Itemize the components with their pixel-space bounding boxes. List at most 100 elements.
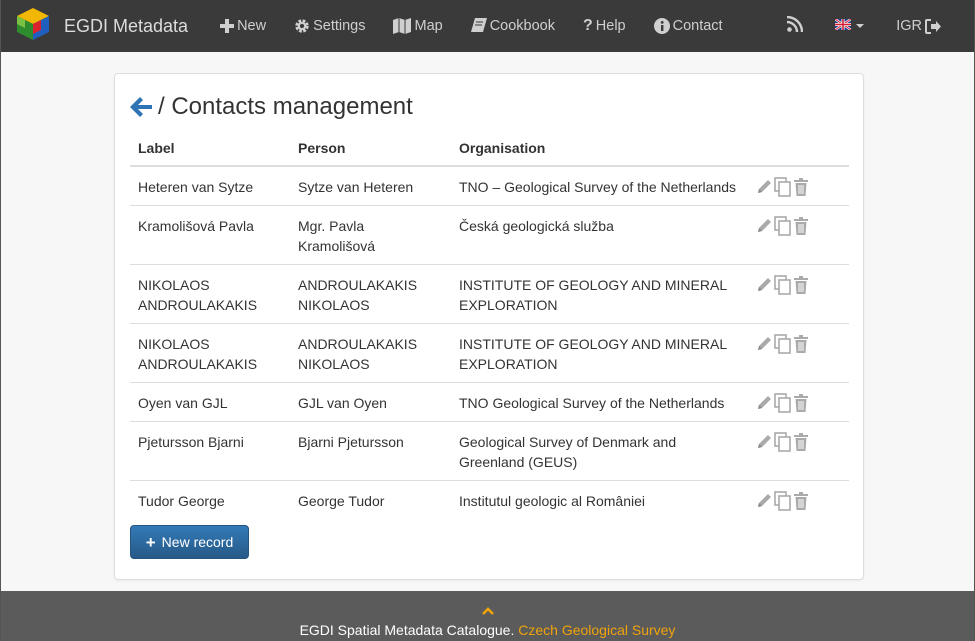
nav-new-label: New	[237, 18, 267, 34]
cell-person: George Tudor	[290, 480, 451, 519]
nav-settings[interactable]: Settings	[280, 0, 379, 52]
trash-icon[interactable]	[793, 178, 809, 196]
footer: EGDI Spatial Metadata Catalogue. Czech G…	[1, 591, 974, 641]
cell-label: Tudor George	[130, 480, 290, 519]
chevron-up-icon[interactable]	[481, 603, 495, 619]
user-logout[interactable]: IGR	[882, 0, 974, 52]
trash-icon[interactable]	[793, 217, 809, 235]
brand-title: EGDI Metadata	[64, 15, 189, 36]
cell-organisation: TNO Geological Survey of the Netherlands	[451, 382, 747, 422]
trash-icon[interactable]	[793, 394, 809, 412]
copy-icon[interactable]	[774, 177, 792, 197]
cell-person: Bjarni Pjetursson	[290, 421, 451, 481]
column-header-organisation: Organisation	[451, 132, 747, 167]
footer-text-line: EGDI Spatial Metadata Catalogue. Czech G…	[1, 622, 974, 638]
map-icon	[393, 18, 412, 34]
brand[interactable]: EGDI Metadata	[1, 0, 188, 52]
cell-actions	[747, 323, 849, 383]
copy-icon[interactable]	[774, 491, 792, 511]
cell-person: Sytze van Heteren	[298, 179, 414, 195]
nav-cookbook-label: Cookbook	[489, 18, 555, 34]
table-row[interactable]: Kramolišová Pavla Mgr. Pavla Kramolišová Č…	[130, 205, 849, 265]
cell-actions	[747, 166, 849, 206]
plus-icon	[220, 19, 235, 33]
footer-text: EGDI Spatial Metadata Catalogue.	[299, 622, 515, 638]
table-row[interactable]: NIKOLAOS ANDROULAKAKIS ANDROULAKAKIS NIKO…	[130, 323, 849, 383]
cell-person: ANDROULAKAKIS NIKOLAOS	[290, 264, 451, 324]
cell-actions	[747, 480, 849, 519]
copy-icon[interactable]	[774, 334, 792, 354]
language-dropdown[interactable]	[817, 0, 882, 52]
rss-icon	[787, 15, 804, 36]
trash-icon[interactable]	[793, 335, 809, 353]
nav-help[interactable]: ? Help	[569, 0, 640, 52]
pencil-icon[interactable]	[755, 394, 773, 412]
cell-organisation: Institutul geologic al României	[451, 480, 747, 519]
nav-cookbook[interactable]: Cookbook	[457, 0, 569, 52]
cell-organisation: Česká geologická služba	[451, 205, 747, 265]
nav-contact[interactable]: Contact	[640, 0, 737, 52]
cell-organisation: Geological Survey of Denmark and Greenla…	[451, 421, 747, 481]
pencil-icon[interactable]	[755, 335, 773, 353]
question-icon: ?	[583, 17, 593, 34]
table-row[interactable]: Pjetursson Bjarni Bjarni Pjetursson Geolog…	[130, 421, 849, 481]
new-record-button[interactable]: + New record	[130, 525, 249, 559]
info-icon	[653, 18, 670, 34]
top-navbar: EGDI Metadata New Settings Map Cookbook …	[1, 0, 974, 52]
pencil-icon[interactable]	[755, 433, 773, 451]
table-row[interactable]: Heteren van Sytze Sytze van Heteren TNO – …	[130, 166, 849, 206]
pencil-icon[interactable]	[755, 276, 773, 294]
arrow-left-icon[interactable]	[130, 97, 152, 117]
table-row[interactable]: Oyen van GJL GJL van Oyen TNO Geological S…	[130, 382, 849, 422]
trash-icon[interactable]	[793, 276, 809, 294]
page-header: / Contacts management	[130, 93, 413, 121]
nav-help-label: Help	[595, 18, 626, 34]
trash-icon[interactable]	[793, 492, 809, 510]
nav-rss[interactable]	[773, 0, 817, 52]
cell-actions	[747, 264, 849, 324]
contacts-panel: / Contacts management Label Person Organ…	[114, 73, 864, 580]
table-row[interactable]: Tudor George George Tudor Institutul geolo…	[130, 480, 849, 519]
book-icon	[470, 18, 487, 34]
nav-map-label: Map	[414, 18, 443, 34]
nav-map[interactable]: Map	[379, 0, 456, 52]
cell-organisation: INSTITUTE OF GEOLOGY AND MINERAL EXPLORA…	[451, 323, 747, 383]
copy-icon[interactable]	[774, 216, 792, 236]
pencil-icon[interactable]	[755, 217, 773, 235]
cell-label: Kramolišová Pavla	[130, 205, 290, 265]
cell-person: Mgr. Pavla Kramolišová	[290, 205, 451, 265]
cell-actions	[747, 205, 849, 265]
plus-icon: +	[145, 532, 156, 552]
cell-actions	[747, 421, 849, 481]
trash-icon[interactable]	[793, 433, 809, 451]
cell-person: ANDROULAKAKIS NIKOLAOS	[290, 323, 451, 383]
chevron-down-icon	[856, 24, 865, 28]
user-name: IGR	[896, 18, 922, 34]
column-header-actions	[747, 132, 849, 167]
cell-label: Pjetursson Bjarni	[130, 421, 290, 481]
new-record-label: New record	[161, 534, 234, 550]
cell-actions	[747, 382, 849, 422]
column-header-person: Person	[290, 132, 451, 167]
copy-icon[interactable]	[774, 432, 792, 452]
pencil-icon[interactable]	[755, 178, 773, 196]
cell-organisation: INSTITUTE OF GEOLOGY AND MINERAL EXPLORA…	[451, 264, 747, 324]
copy-icon[interactable]	[774, 393, 792, 413]
nav-new[interactable]: New	[206, 0, 280, 52]
cell-label: Heteren van Sytze	[138, 179, 254, 195]
cell-label: NIKOLAOS ANDROULAKAKIS	[130, 323, 290, 383]
logo-cube-icon	[13, 6, 64, 47]
table-row[interactable]: NIKOLAOS ANDROULAKAKIS ANDROULAKAKIS NIKO…	[130, 264, 849, 324]
footer-link[interactable]: Czech Geological Survey	[518, 622, 675, 638]
table-header-row: Label Person Organisation	[130, 132, 849, 167]
cell-person: GJL van Oyen	[290, 382, 451, 422]
contacts-table: Label Person Organisation Heteren van Sy…	[130, 132, 849, 519]
copy-icon[interactable]	[774, 275, 792, 295]
logout-icon	[925, 18, 942, 34]
pencil-icon[interactable]	[755, 492, 773, 510]
gear-icon	[294, 18, 310, 34]
page-title: / Contacts management	[158, 93, 413, 120]
column-header-label: Label	[130, 132, 290, 167]
cell-organisation: TNO – Geological Survey of the Netherlan…	[459, 179, 737, 195]
cell-label: Oyen van GJL	[130, 382, 290, 422]
